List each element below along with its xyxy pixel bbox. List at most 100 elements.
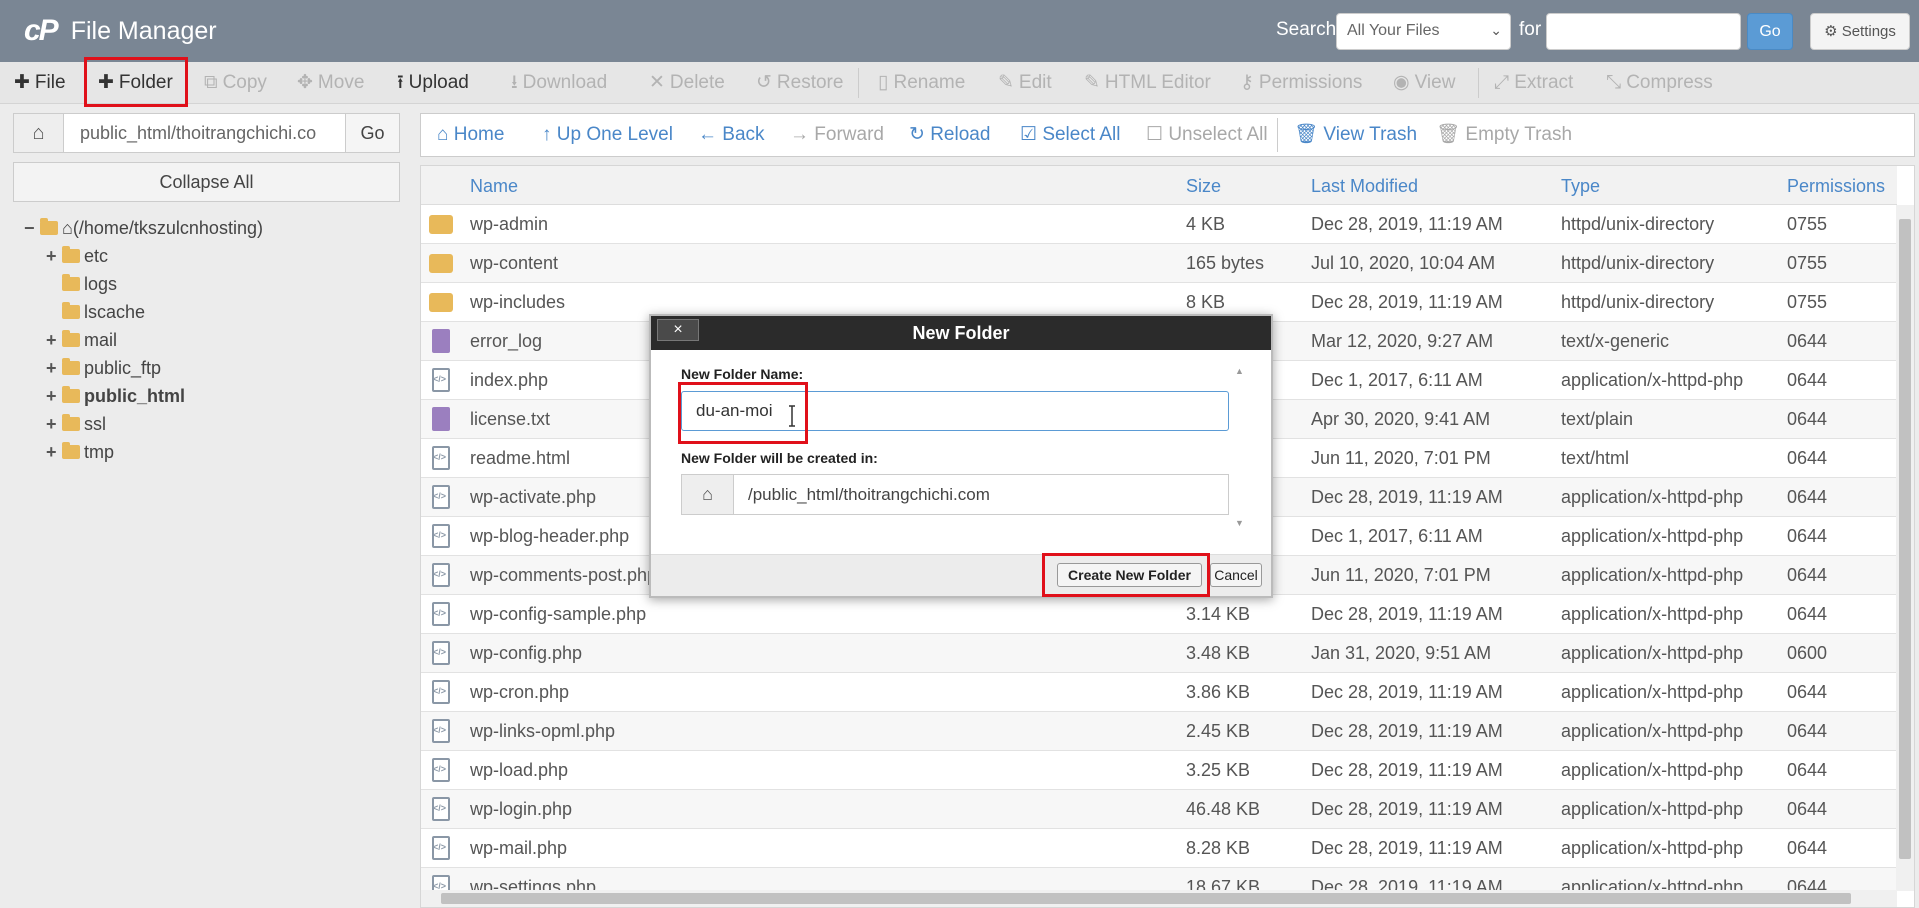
upload-button[interactable]: ⭱ Upload	[397, 62, 469, 104]
file-name[interactable]: index.php	[470, 370, 548, 391]
expand-toggle-icon[interactable]: +	[46, 411, 62, 437]
tree-item-public-ftp[interactable]: + public_ftp	[46, 355, 161, 381]
move-button[interactable]: ✥ Move	[297, 62, 364, 104]
table-row[interactable]: wp-mail.php 8.28 KB Dec 28, 2019, 11:19 AM…	[421, 829, 1897, 868]
file-permissions: 0644	[1787, 760, 1828, 780]
file-permissions: 0644	[1787, 565, 1828, 585]
file-modified: Jul 10, 2020, 10:04 AM	[1311, 253, 1496, 273]
rename-button[interactable]: ▯ Rename	[878, 62, 965, 104]
view-trash-label: View Trash	[1323, 124, 1418, 145]
file-type: httpd/unix-directory	[1561, 292, 1715, 312]
tree-item-logs[interactable]: logs	[62, 271, 117, 297]
file-name[interactable]: wp-cron.php	[470, 682, 569, 703]
file-name[interactable]: error_log	[470, 331, 542, 352]
scroll-down-icon[interactable]: ▼	[1235, 518, 1244, 528]
file-name[interactable]: wp-config-sample.php	[470, 604, 646, 625]
tree-item-ssl[interactable]: + ssl	[46, 411, 106, 437]
code-file-icon	[432, 368, 450, 392]
column-header-last-modified[interactable]: Last Modified	[1311, 176, 1418, 197]
empty-trash-button[interactable]: 🗑 Empty Trash	[1436, 114, 1572, 156]
copy-icon: ⧉	[204, 72, 218, 93]
table-row[interactable]: wp-content 165 bytes Jul 10, 2020, 10:04 A…	[421, 244, 1897, 283]
new-file-button[interactable]: ✚ File	[14, 62, 66, 104]
file-name[interactable]: wp-login.php	[470, 799, 572, 820]
file-name[interactable]: wp-config.php	[470, 643, 582, 664]
file-name[interactable]: wp-activate.php	[470, 487, 596, 508]
forward-button[interactable]: → Forward	[790, 114, 884, 156]
file-permissions: 0644	[1787, 331, 1828, 351]
select-all-button[interactable]: ☑ Select All	[1020, 114, 1120, 156]
file-name[interactable]: license.txt	[470, 409, 550, 430]
tree-item-lscache[interactable]: lscache	[62, 299, 145, 325]
search-scope-select[interactable]: All Your Files ⌄	[1336, 13, 1511, 50]
home-button[interactable]: ⌂ Home	[437, 114, 504, 156]
dialog-scrollbar[interactable]: ▲ ▼	[1231, 366, 1249, 532]
scroll-up-icon[interactable]: ▲	[1235, 366, 1244, 376]
file-name[interactable]: wp-load.php	[470, 760, 568, 781]
file-name[interactable]: wp-comments-post.php	[470, 565, 657, 586]
tree-item-home[interactable]: − ⌂(/home/tkszulcnhosting)	[24, 215, 263, 241]
expand-toggle-icon[interactable]: +	[46, 355, 62, 381]
column-header-size[interactable]: Size	[1186, 176, 1221, 197]
table-row[interactable]: wp-load.php 3.25 KB Dec 28, 2019, 11:19 AM…	[421, 751, 1897, 790]
table-row[interactable]: wp-admin 4 KB Dec 28, 2019, 11:19 AM httpd/…	[421, 205, 1897, 244]
tree-item-etc[interactable]: + etc	[46, 243, 108, 269]
expand-toggle-icon[interactable]: +	[46, 439, 62, 465]
back-button[interactable]: ← Back	[698, 114, 765, 156]
collapse-toggle-icon[interactable]: −	[24, 215, 40, 241]
vertical-scrollbar[interactable]	[1896, 205, 1914, 891]
scrollbar-thumb[interactable]	[441, 893, 1851, 904]
home-icon[interactable]: ⌂	[14, 114, 64, 152]
unselect-all-button[interactable]: ☐ Unselect All	[1146, 114, 1268, 156]
reload-button[interactable]: ↻ Reload	[909, 114, 990, 156]
delete-button[interactable]: ✕ Delete	[649, 62, 725, 104]
file-name[interactable]: wp-admin	[470, 214, 548, 235]
copy-button[interactable]: ⧉ Copy	[204, 62, 267, 104]
column-header-permissions[interactable]: Permissions	[1787, 176, 1885, 197]
scrollbar-thumb[interactable]	[1899, 219, 1911, 859]
expand-toggle-icon[interactable]: +	[46, 383, 62, 409]
file-permissions: 0644	[1787, 721, 1828, 741]
up-one-level-button[interactable]: ↑ Up One Level	[542, 114, 673, 156]
search-go-button[interactable]: Go	[1747, 13, 1793, 50]
column-header-type[interactable]: Type	[1561, 176, 1600, 197]
cancel-button[interactable]: Cancel	[1210, 563, 1262, 587]
permissions-button[interactable]: ⚷ Permissions	[1240, 62, 1362, 104]
compress-button[interactable]: ⤡ Compress	[1606, 62, 1713, 104]
view-button[interactable]: ◉ View	[1393, 62, 1455, 104]
upload-icon: ⭱	[397, 72, 404, 93]
expand-toggle-icon[interactable]: +	[46, 243, 62, 269]
table-row[interactable]: wp-config-sample.php 3.14 KB Dec 28, 2019,…	[421, 595, 1897, 634]
file-size: 2.45 KB	[1186, 721, 1251, 741]
collapse-all-button[interactable]: Collapse All	[13, 162, 400, 202]
view-trash-button[interactable]: 🗑 View Trash	[1294, 114, 1417, 156]
extract-button[interactable]: ⤢ Extract	[1494, 62, 1573, 104]
restore-button[interactable]: ↺ Restore	[756, 62, 843, 104]
table-row[interactable]: wp-config.php 3.48 KB Jan 31, 2020, 9:51 A…	[421, 634, 1897, 673]
tree-item-mail[interactable]: + mail	[46, 327, 117, 353]
horizontal-scrollbar[interactable]	[421, 890, 1897, 907]
file-name[interactable]: wp-blog-header.php	[470, 526, 629, 547]
close-icon[interactable]: ×	[657, 319, 699, 341]
tree-item-tmp[interactable]: + tmp	[46, 439, 114, 465]
table-row[interactable]: wp-cron.php 3.86 KB Dec 28, 2019, 11:19 AM…	[421, 673, 1897, 712]
file-name[interactable]: wp-content	[470, 253, 558, 274]
search-input[interactable]	[1546, 13, 1741, 50]
file-name[interactable]: wp-links-opml.php	[470, 721, 615, 742]
html-editor-button[interactable]: ✎ HTML Editor	[1084, 62, 1211, 104]
file-name[interactable]: wp-includes	[470, 292, 565, 313]
table-row[interactable]: wp-links-opml.php 2.45 KB Dec 28, 2019, 11…	[421, 712, 1897, 751]
path-go-button[interactable]: Go	[345, 114, 399, 152]
expand-toggle-icon[interactable]: +	[46, 327, 62, 353]
table-row[interactable]: wp-login.php 46.48 KB Dec 28, 2019, 11:19 …	[421, 790, 1897, 829]
nav-divider	[1277, 118, 1278, 152]
settings-button[interactable]: ⚙ Settings	[1810, 13, 1910, 50]
file-name[interactable]: readme.html	[470, 448, 570, 469]
column-header-name[interactable]: Name	[470, 176, 518, 197]
edit-button[interactable]: ✎ Edit	[998, 62, 1052, 104]
path-input[interactable]: public_html/thoitrangchichi.co	[80, 123, 340, 144]
file-permissions: 0644	[1787, 682, 1828, 702]
tree-item-public-html[interactable]: + public_html	[46, 383, 185, 409]
file-name[interactable]: wp-mail.php	[470, 838, 567, 859]
download-button[interactable]: ⭳ Download	[511, 62, 607, 104]
